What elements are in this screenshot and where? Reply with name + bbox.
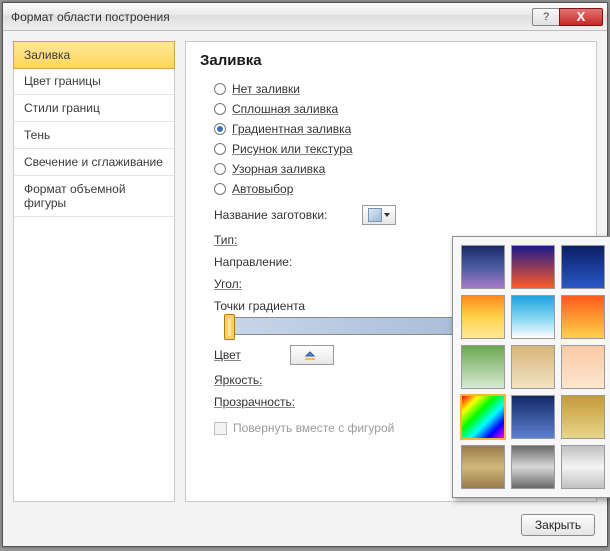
gradient-swatch[interactable] xyxy=(561,445,605,489)
radio-icon xyxy=(214,83,226,95)
gradient-swatch[interactable] xyxy=(511,345,555,389)
angle-label: Угол: xyxy=(214,277,354,291)
gradient-swatch[interactable] xyxy=(561,345,605,389)
panel-heading: Заливка xyxy=(200,52,582,69)
window-buttons: ? X xyxy=(533,8,603,26)
gradient-swatch[interactable] xyxy=(461,295,505,339)
fill-option-row[interactable]: Узорная заливка xyxy=(200,159,582,179)
columns: ЗаливкаЦвет границыСтили границТеньСвече… xyxy=(3,31,607,508)
gradient-preset-palette xyxy=(452,236,610,498)
fill-option-label: Узорная заливка xyxy=(232,162,325,176)
fill-option-label: Рисунок или текстура xyxy=(232,142,353,156)
radio-icon xyxy=(214,123,226,135)
fill-option-row[interactable]: Градиентная заливка xyxy=(200,119,582,139)
gradient-swatch[interactable] xyxy=(511,395,555,439)
transparency-label: Прозрачность: xyxy=(214,395,354,409)
sidebar-item[interactable]: Свечение и сглаживание xyxy=(14,149,174,176)
chevron-down-icon xyxy=(384,213,390,217)
fill-option-label: Сплошная заливка xyxy=(232,102,338,116)
gradient-swatch[interactable] xyxy=(461,345,505,389)
preset-label: Название заготовки: xyxy=(214,208,354,222)
gradient-track[interactable] xyxy=(226,317,456,335)
gradient-swatch[interactable] xyxy=(461,245,505,289)
fill-option-label: Нет заливки xyxy=(232,82,300,96)
main-panel: Заливка Нет заливки Сплошная заливка Гради… xyxy=(185,41,597,502)
fill-bucket-icon xyxy=(304,349,316,361)
fill-option-row[interactable]: Автовыбор xyxy=(200,179,582,199)
sidebar-item[interactable]: Формат объемной фигуры xyxy=(14,176,174,217)
close-button[interactable]: Закрыть xyxy=(521,514,595,536)
radio-icon xyxy=(214,103,226,115)
color-label: Цвет xyxy=(214,348,282,362)
gradient-swatch[interactable] xyxy=(461,395,505,439)
rotate-label: Повернуть вместе с фигурой xyxy=(233,421,394,435)
sidebar-item[interactable]: Цвет границы xyxy=(14,68,174,95)
dialog-body: ЗаливкаЦвет границыСтили границТеньСвече… xyxy=(3,31,607,546)
fill-option-row[interactable]: Нет заливки xyxy=(200,79,582,99)
radio-icon xyxy=(214,143,226,155)
direction-label: Направление: xyxy=(214,255,354,269)
gradient-swatch[interactable] xyxy=(561,295,605,339)
gradient-swatch[interactable] xyxy=(511,295,555,339)
gradient-swatch[interactable] xyxy=(561,245,605,289)
fill-option-row[interactable]: Рисунок или текстура xyxy=(200,139,582,159)
preset-row: Название заготовки: xyxy=(200,199,582,227)
fill-option-row[interactable]: Сплошная заливка xyxy=(200,99,582,119)
gradient-stop-handle[interactable] xyxy=(224,314,235,340)
radio-icon xyxy=(214,163,226,175)
preset-dropdown[interactable] xyxy=(362,205,396,225)
type-label: Тип: xyxy=(214,233,354,247)
gradient-swatch[interactable] xyxy=(511,245,555,289)
gradient-swatch[interactable] xyxy=(461,445,505,489)
titlebar: Формат области построения ? X xyxy=(3,3,607,31)
color-dropdown[interactable] xyxy=(290,345,334,365)
stops-label: Точки градиента xyxy=(214,299,354,313)
sidebar-item[interactable]: Стили границ xyxy=(14,95,174,122)
sidebar: ЗаливкаЦвет границыСтили границТеньСвече… xyxy=(13,41,175,502)
radio-icon xyxy=(214,183,226,195)
window-title: Формат области построения xyxy=(11,10,533,24)
brightness-label: Яркость: xyxy=(214,373,354,387)
gradient-stops[interactable] xyxy=(226,317,456,335)
fill-option-label: Автовыбор xyxy=(232,182,293,196)
dialog-window: Формат области построения ? X ЗаливкаЦве… xyxy=(2,2,608,547)
rotate-checkbox[interactable] xyxy=(214,422,227,435)
dialog-footer: Закрыть xyxy=(3,508,607,546)
sidebar-item[interactable]: Тень xyxy=(14,122,174,149)
sidebar-item[interactable]: Заливка xyxy=(13,41,175,69)
gradient-swatch[interactable] xyxy=(561,395,605,439)
window-close-button[interactable]: X xyxy=(559,8,603,26)
preset-swatch-icon xyxy=(368,208,382,222)
fill-option-label: Градиентная заливка xyxy=(232,122,351,136)
gradient-swatch[interactable] xyxy=(511,445,555,489)
help-button[interactable]: ? xyxy=(532,8,560,26)
